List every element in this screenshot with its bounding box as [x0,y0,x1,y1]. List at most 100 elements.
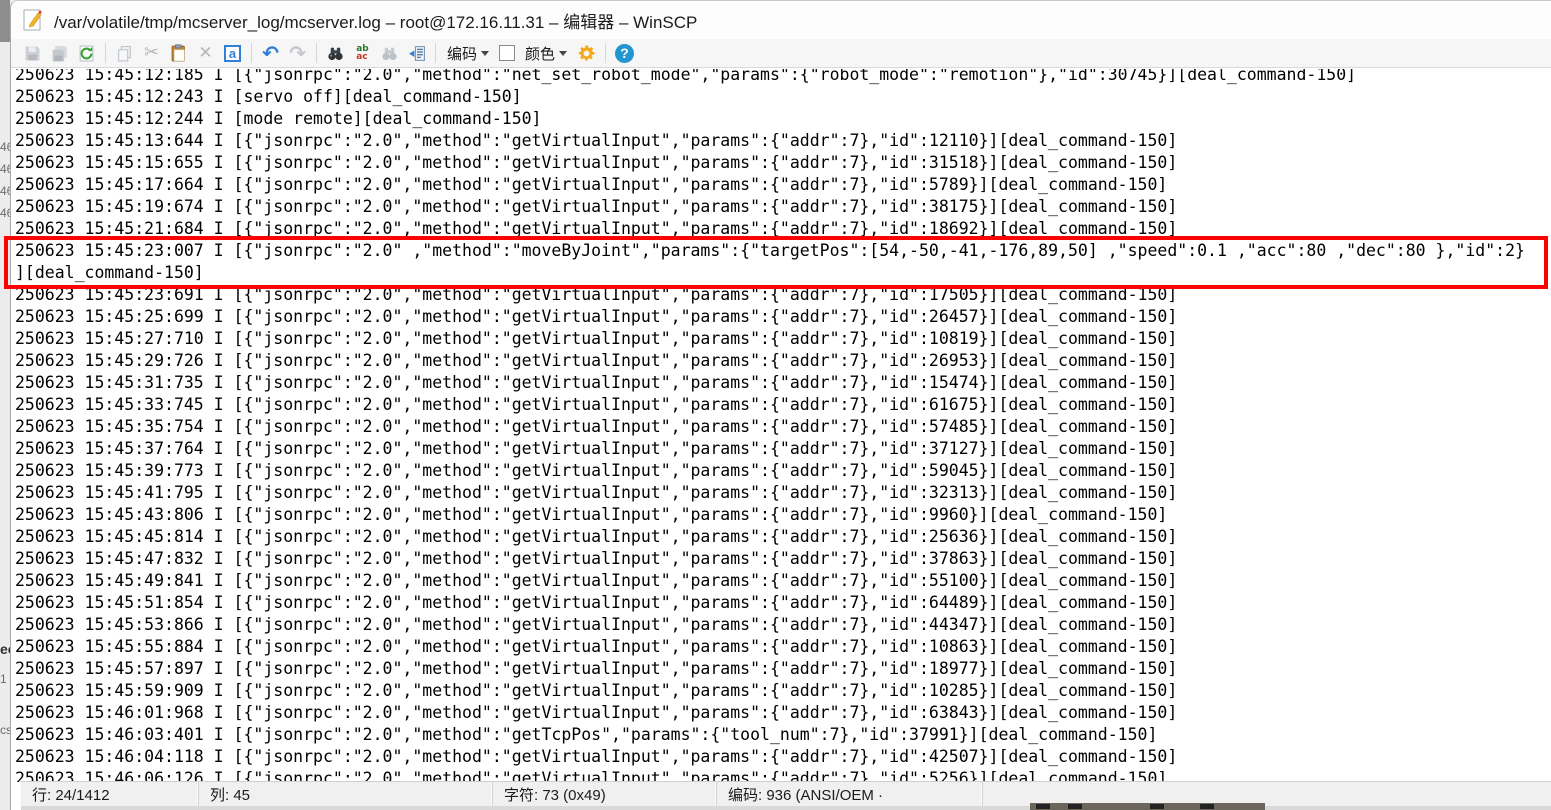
background-fragment: 46 [0,140,10,154]
log-line: 250623 15:45:53:866 I [{"jsonrpc":"2.0",… [15,614,1551,636]
log-line: 250623 15:45:55:884 I [{"jsonrpc":"2.0",… [15,636,1551,658]
undo-button[interactable]: ↶ [257,41,284,66]
log-line: 250623 15:46:03:401 I [{"jsonrpc":"2.0",… [15,724,1551,746]
background-fragment: 46 [0,162,10,176]
select-all-button[interactable]: a [219,41,246,66]
copy-button[interactable] [111,41,138,66]
log-line: ][deal_command-150] [15,262,1551,284]
log-line: 250623 15:45:25:699 I [{"jsonrpc":"2.0",… [15,306,1551,328]
go-to-line-icon [408,45,426,62]
background-fragment: ec [0,641,10,657]
cut-icon: ✂ [144,44,159,62]
copy-icon [116,45,133,62]
select-all-icon: a [224,45,241,62]
preferences-button[interactable] [573,41,600,66]
log-line: 250623 15:46:04:118 I [{"jsonrpc":"2.0",… [15,746,1551,768]
toolbar-separator [105,43,106,63]
chevron-down-icon [559,51,567,56]
help-button[interactable]: ? [611,41,638,66]
log-line: 250623 15:46:01:968 I [{"jsonrpc":"2.0",… [15,702,1551,724]
log-line: 250623 15:45:31:735 I [{"jsonrpc":"2.0",… [15,372,1551,394]
log-line: 250623 15:45:59:909 I [{"jsonrpc":"2.0",… [15,680,1551,702]
cut-button[interactable]: ✂ [138,41,165,66]
log-line: 250623 15:45:23:007 I [{"jsonrpc":"2.0" … [15,240,1551,262]
background-fragment: cs [0,723,10,737]
log-line: 250623 15:46:06:126 I [{"jsonrpc":"2.0",… [15,768,1551,782]
background-fragment: 46 [0,206,10,220]
status-bar: 行: 24/1412 列: 45 字符: 73 (0x49) 编码: 936 (… [21,781,1551,806]
save-all-icon [51,45,69,62]
color-swatch[interactable] [499,45,515,61]
log-line: 250623 15:45:51:854 I [{"jsonrpc":"2.0",… [15,592,1551,614]
status-character-indicator: 字符: 73 (0x49) [493,782,717,806]
status-column-indicator: 列: 45 [199,782,493,806]
log-line: 250623 15:45:35:754 I [{"jsonrpc":"2.0",… [15,416,1551,438]
find-next-icon [380,45,399,62]
paste-icon [170,44,187,62]
log-line: 250623 15:45:49:841 I [{"jsonrpc":"2.0",… [15,570,1551,592]
toolbar-separator [251,43,252,63]
status-encoding-indicator: 编码: 936 (ANSI/OEM · [717,782,983,806]
background-dark-area [0,0,10,42]
log-line: 250623 15:45:33:745 I [{"jsonrpc":"2.0",… [15,394,1551,416]
toolbar-separator [316,43,317,63]
encoding-dropdown[interactable]: 编码 [441,41,495,66]
background-fragment: 46 [0,184,10,198]
log-line: 250623 15:45:23:691 I [{"jsonrpc":"2.0",… [15,284,1551,306]
save-all-button[interactable] [46,41,73,66]
log-line: 250623 15:45:43:806 I [{"jsonrpc":"2.0",… [15,504,1551,526]
background-bottom-fragment [1030,803,1265,810]
background-fragment: 1 [0,672,7,686]
find-next-button[interactable] [376,41,403,66]
log-line: 250623 15:45:57:897 I [{"jsonrpc":"2.0",… [15,658,1551,680]
redo-button[interactable]: ↷ [284,41,311,66]
reload-button[interactable] [73,41,100,66]
replace-icon: ab ac [356,45,369,61]
log-line: 250623 15:45:19:674 I [{"jsonrpc":"2.0",… [15,196,1551,218]
toolbar-separator [435,43,436,63]
go-to-line-button[interactable] [403,41,430,66]
log-line: 250623 15:45:37:764 I [{"jsonrpc":"2.0",… [15,438,1551,460]
log-line: 250623 15:45:39:773 I [{"jsonrpc":"2.0",… [15,460,1551,482]
toolbar: ✂ ✕ a ↶ ↷ [11,39,1551,68]
log-line: 250623 15:45:45:814 I [{"jsonrpc":"2.0",… [15,526,1551,548]
log-lines: 250623 15:45:12:185 I [{"jsonrpc":"2.0",… [12,69,1551,782]
gear-icon [577,44,596,63]
window-title: /var/volatile/tmp/mcserver_log/mcserver.… [54,8,697,33]
log-line: 250623 15:45:13:644 I [{"jsonrpc":"2.0",… [15,130,1551,152]
color-dropdown[interactable]: 颜色 [519,41,573,66]
log-line: 250623 15:45:27:710 I [{"jsonrpc":"2.0",… [15,328,1551,350]
log-line: 250623 15:45:41:795 I [{"jsonrpc":"2.0",… [15,482,1551,504]
replace-button[interactable]: ab ac [349,41,376,66]
log-line: 250623 15:45:12:185 I [{"jsonrpc":"2.0",… [15,69,1551,86]
log-line: 250623 15:45:21:684 I [{"jsonrpc":"2.0",… [15,218,1551,240]
log-line: 250623 15:45:12:243 I [servo off][deal_c… [15,86,1551,108]
log-line: 250623 15:45:47:832 I [{"jsonrpc":"2.0",… [15,548,1551,570]
log-line: 250623 15:45:15:655 I [{"jsonrpc":"2.0",… [15,152,1551,174]
chevron-down-icon [481,51,489,56]
encoding-dropdown-label: 编码 [447,43,477,64]
save-button[interactable] [19,41,46,66]
redo-icon: ↷ [289,43,306,63]
paste-button[interactable] [165,41,192,66]
background-window-sliver: 46 46 46 46 ec 1 cs [0,0,10,810]
titlebar[interactable]: /var/volatile/tmp/mcserver_log/mcserver.… [11,1,1551,39]
winscp-editor-window: /var/volatile/tmp/mcserver_log/mcserver.… [10,0,1551,810]
log-line: 250623 15:45:17:664 I [{"jsonrpc":"2.0",… [15,174,1551,196]
delete-button[interactable]: ✕ [192,41,219,66]
color-dropdown-label: 颜色 [525,43,555,64]
editor-text-area[interactable]: 250623 15:45:12:185 I [{"jsonrpc":"2.0",… [12,69,1551,782]
bottom-edge-strip [21,806,1551,810]
help-icon: ? [615,44,634,63]
toolbar-separator [605,43,606,63]
status-line-indicator: 行: 24/1412 [21,782,199,806]
find-button[interactable] [322,41,349,66]
log-line: 250623 15:45:29:726 I [{"jsonrpc":"2.0",… [15,350,1551,372]
save-icon [24,45,41,62]
undo-icon: ↶ [262,43,279,63]
edit-document-icon [22,8,44,32]
delete-icon: ✕ [198,45,212,62]
find-icon [326,45,345,62]
reload-icon [78,45,95,62]
log-line: 250623 15:45:12:244 I [mode remote][deal… [15,108,1551,130]
